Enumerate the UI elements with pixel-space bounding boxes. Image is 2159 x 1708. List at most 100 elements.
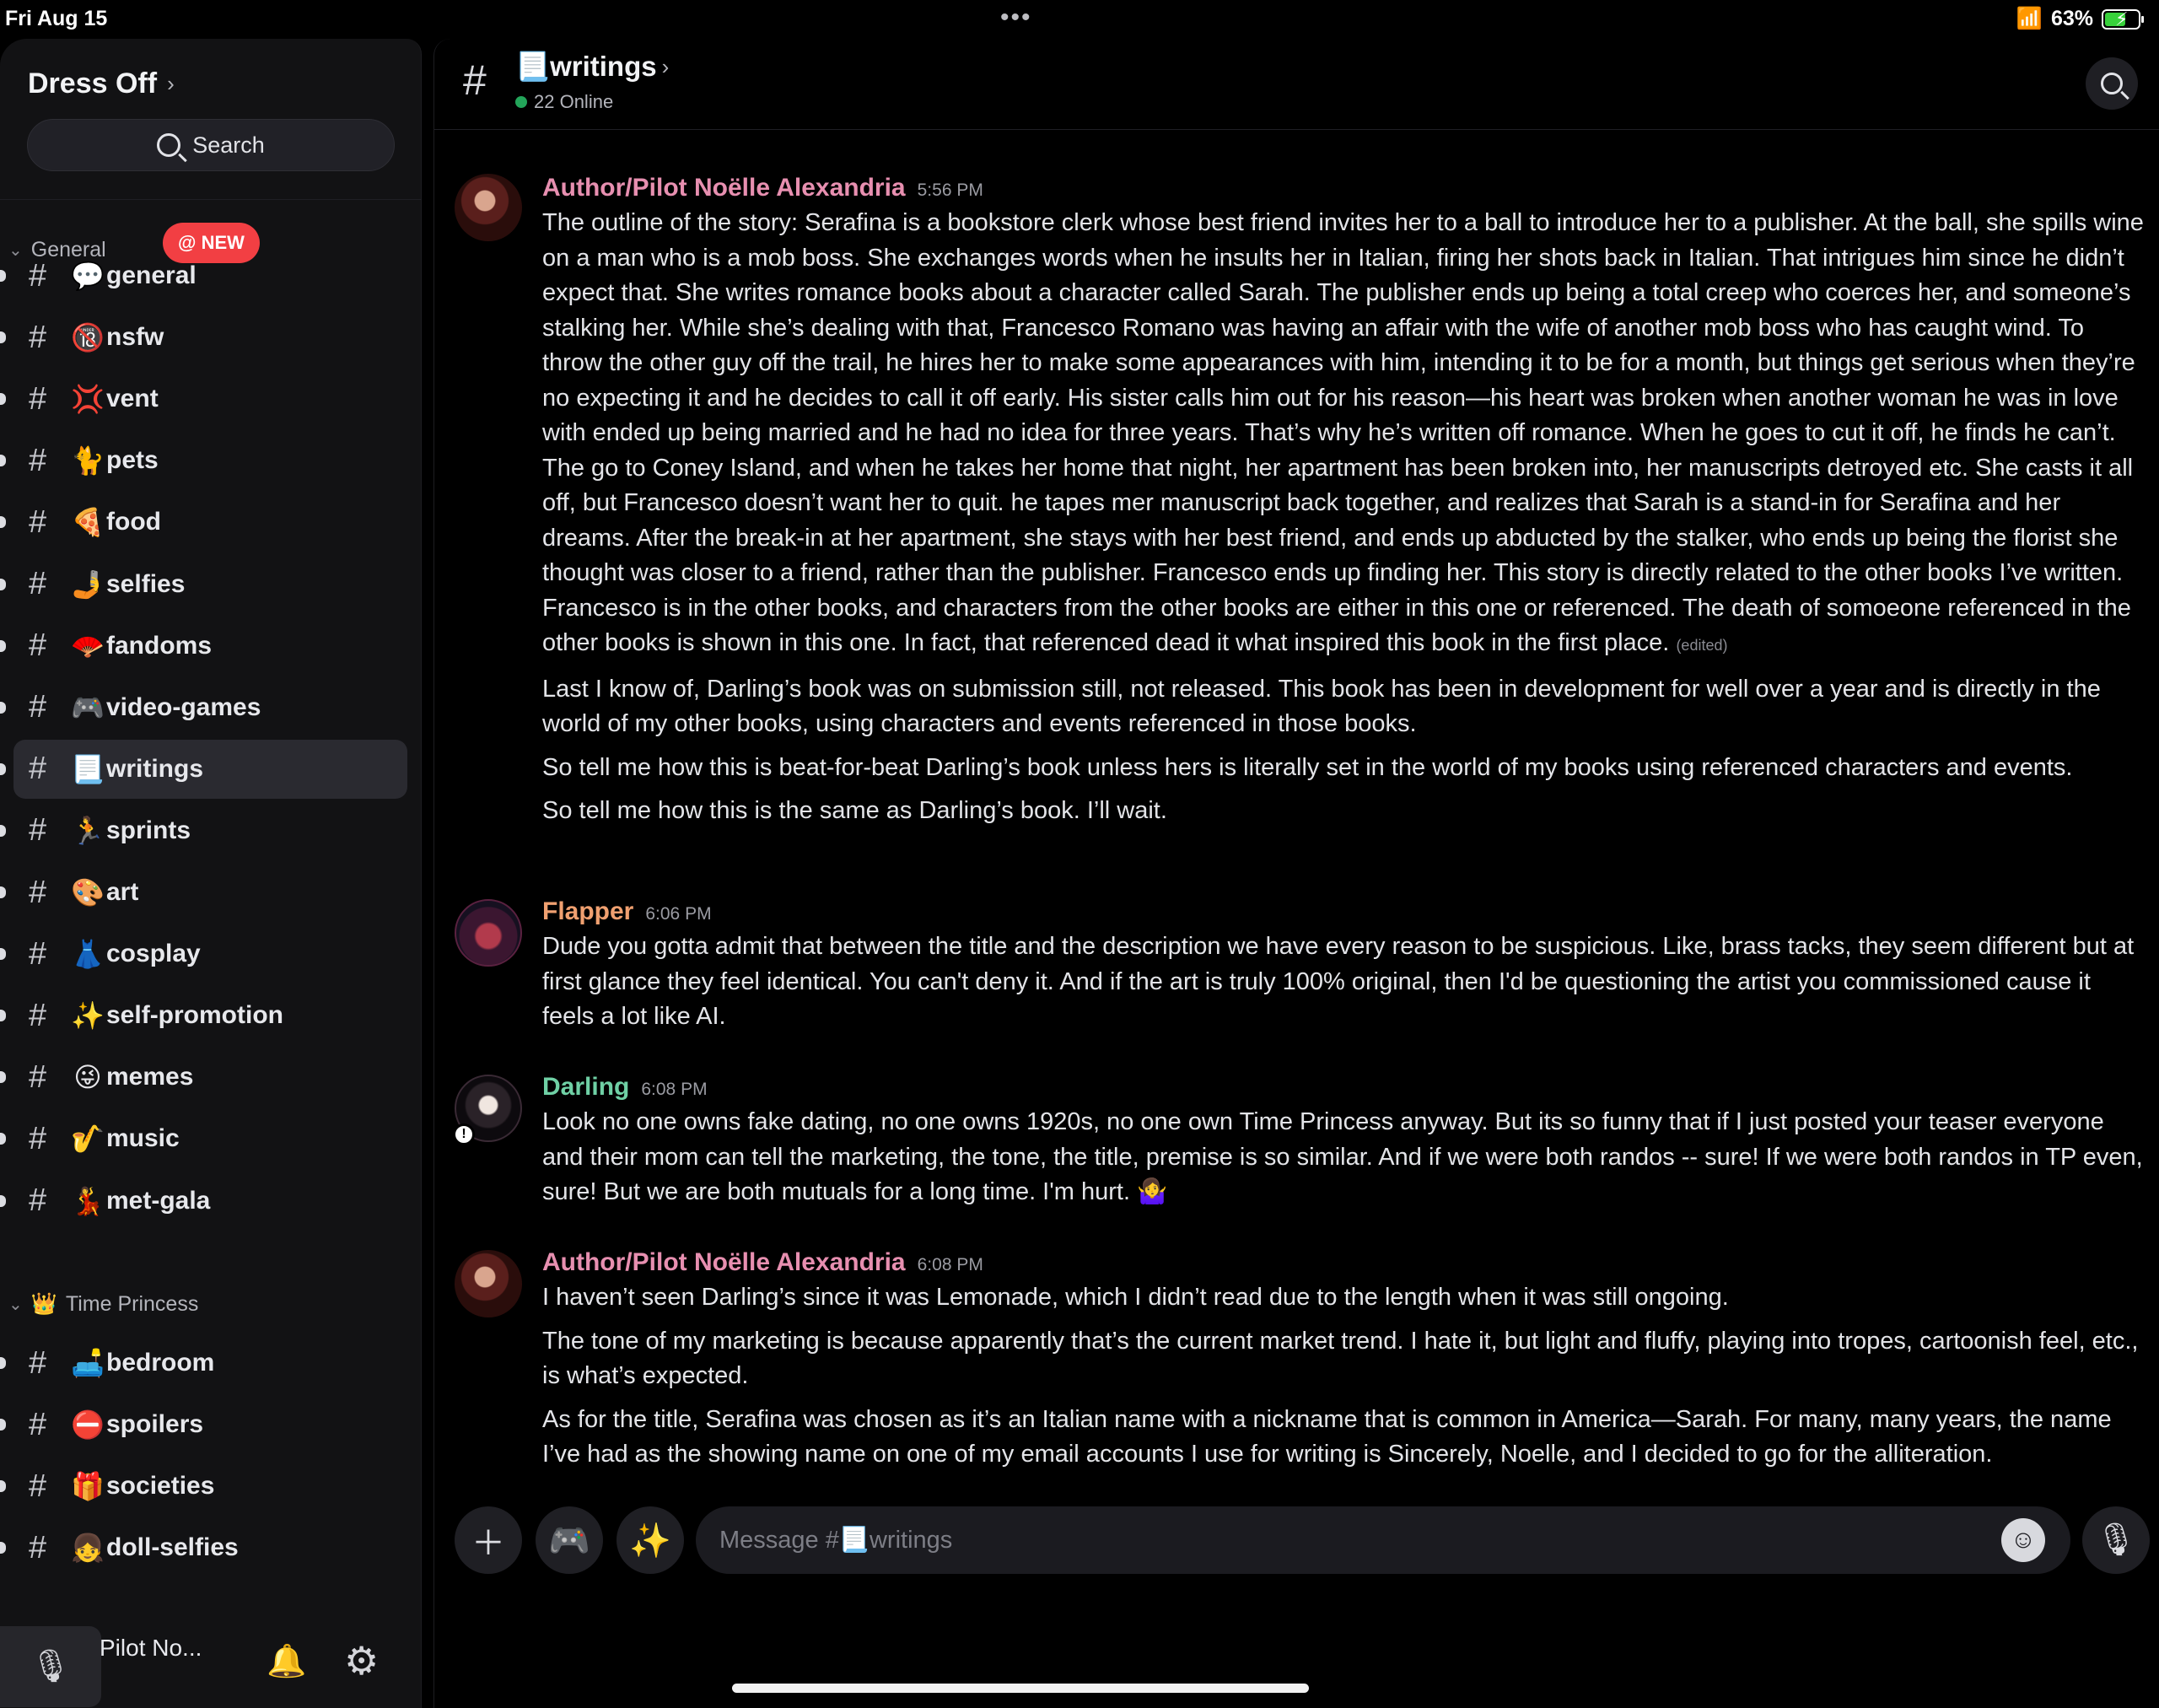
sidebar-item-nsfw[interactable]: # 🔞 nsfw — [0, 308, 407, 367]
channel-emoji-icon: 🏃 — [71, 815, 105, 846]
apps-button[interactable]: ✨ — [616, 1506, 684, 1574]
unread-indicator — [0, 393, 6, 406]
avatar[interactable] — [455, 174, 522, 241]
unread-indicator — [0, 455, 6, 467]
category-time-princess[interactable]: ⌄ 👑 Time Princess — [8, 1292, 198, 1317]
edited-label: (edited) — [1676, 637, 1728, 654]
voice-message-button[interactable]: 🎙 — [2082, 1506, 2150, 1574]
sidebar-item-general[interactable]: # 💬 general — [0, 246, 407, 305]
sidebar-item-selfies[interactable]: # 🤳 selfies — [0, 555, 407, 614]
sidebar-item-self-promotion[interactable]: # ✨ self-promotion — [0, 986, 407, 1045]
sidebar-item-spoilers[interactable]: # ⛔ spoilers — [0, 1395, 407, 1454]
author-name[interactable]: Author/Pilot Noëlle Alexandria — [542, 1248, 906, 1277]
unread-indicator — [0, 886, 6, 898]
sidebar-item-food[interactable]: # 🍕 food — [0, 493, 407, 552]
sidebar-item-cosplay[interactable]: # 👗 cosplay — [0, 924, 407, 983]
unread-indicator — [0, 824, 6, 837]
unread-indicator — [0, 1419, 6, 1431]
channel-name: societies — [106, 1472, 215, 1501]
bell-icon[interactable]: 🔔 — [267, 1643, 306, 1680]
sidebar-item-societies[interactable]: # 🎁 societies — [0, 1457, 407, 1516]
sidebar-item-pets[interactable]: # 🐈 pets — [0, 431, 407, 490]
channel-name: cosplay — [106, 940, 201, 968]
user-name[interactable]: Pilot No... — [100, 1635, 202, 1662]
unread-indicator — [0, 762, 6, 775]
battery-icon: ⚡ — [2102, 8, 2144, 30]
channel-name: writings — [106, 754, 204, 783]
hash-icon: # — [463, 57, 487, 104]
sidebar-item-met-gala[interactable]: # 💃 met-gala — [0, 1172, 407, 1231]
crown-icon: 👑 — [30, 1292, 57, 1316]
add-attachment-button[interactable]: ＋ — [455, 1506, 522, 1574]
sidebar-item-bedroom[interactable]: # 🛋️ bedroom — [0, 1334, 407, 1393]
hash-icon: # — [29, 566, 47, 601]
search-icon — [157, 133, 181, 157]
sidebar-item-vent[interactable]: # 💢 vent — [0, 369, 407, 428]
author-name[interactable]: Darling — [542, 1073, 629, 1102]
search-label: Search — [192, 132, 265, 158]
unread-indicator — [0, 1357, 6, 1369]
sidebar-item-sprints[interactable]: # 🏃 sprints — [0, 801, 407, 860]
sidebar-item-writings[interactable]: # 📃 writings — [0, 739, 407, 799]
sidebar-item-fandoms[interactable]: # 🪭 fandoms — [0, 617, 407, 676]
message-list[interactable]: Author/Pilot Noëlle Alexandria 5:56 PM T… — [434, 132, 2159, 1490]
plus-icon: ＋ — [471, 1525, 505, 1562]
gamepad-icon: 🎮 — [548, 1522, 590, 1560]
sidebar-item-video-games[interactable]: # 🎮 video-games — [0, 678, 407, 737]
unread-indicator — [0, 701, 6, 714]
hash-icon: # — [29, 812, 47, 849]
channel-title-button[interactable]: 📃writings › — [515, 51, 669, 84]
sidebar-item-memes[interactable]: # 😜 memes — [0, 1048, 407, 1107]
unread-indicator — [0, 948, 6, 961]
channel-emoji-icon: 🎷 — [71, 1123, 105, 1155]
wifi-icon: 📶 — [2016, 7, 2043, 30]
message-header: Darling 6:08 PM — [542, 1073, 708, 1102]
author-name[interactable]: Author/Pilot Noëlle Alexandria — [542, 174, 906, 202]
sidebar-item-doll-selfies[interactable]: # 👧 doll-selfies — [0, 1518, 407, 1577]
hash-icon: # — [29, 1529, 47, 1565]
unread-indicator — [0, 1071, 6, 1084]
search-button[interactable]: Search — [27, 119, 395, 171]
gear-icon[interactable]: ⚙ — [344, 1638, 379, 1684]
message-input[interactable]: Message #📃writings — [696, 1506, 2070, 1574]
message-text: So tell me how this is the same as Darli… — [542, 797, 1167, 824]
channel-emoji-icon: 🛋️ — [71, 1348, 105, 1378]
channel-name: pets — [106, 446, 159, 475]
hash-icon: # — [29, 997, 47, 1033]
category-label: Time Princess — [65, 1292, 199, 1316]
timestamp: 5:56 PM — [917, 180, 983, 200]
avatar[interactable] — [455, 1250, 522, 1317]
channel-name: general — [106, 261, 197, 289]
chat-main: # 📃writings › 22 Online Author/Pilot Noë… — [433, 39, 2159, 1708]
channel-name: self-promotion — [106, 1001, 283, 1030]
channel-name: music — [106, 1124, 180, 1153]
message-composer: ＋ 🎮 ✨ Message #📃writings ☺ 🎙 — [434, 1506, 2159, 1582]
message-body: Look no one owns fake dating, no one own… — [542, 1105, 2145, 1219]
channel-name: video-games — [106, 692, 261, 721]
sidebar-item-art[interactable]: # 🎨 art — [0, 863, 407, 922]
channel-emoji-icon: 🤳 — [71, 568, 105, 600]
unread-indicator — [0, 1480, 6, 1493]
home-indicator[interactable] — [732, 1684, 1309, 1693]
hash-icon: # — [29, 1344, 47, 1381]
message-text: I haven’t seen Darling’s since it was Le… — [542, 1284, 1729, 1311]
status-time: Fri Aug 15 — [5, 7, 108, 30]
multitask-dots-icon[interactable]: ••• — [1000, 3, 1032, 32]
channel-emoji-icon: ✨ — [71, 1000, 105, 1032]
message-text: Last I know of, Darling’s book was on su… — [542, 675, 2101, 738]
unread-indicator — [0, 578, 6, 590]
microphone-button[interactable]: 🎙 — [0, 1626, 101, 1707]
message-text: As for the title, Serafina was chosen as… — [542, 1405, 2112, 1468]
channel-search-button[interactable] — [2086, 57, 2138, 110]
status-bar: Fri Aug 15 ••• 📶 63% ⚡ — [0, 0, 2159, 37]
avatar[interactable] — [455, 899, 522, 967]
server-header[interactable]: Dress Off › — [28, 67, 175, 100]
channel-name: art — [106, 878, 139, 906]
emoji-picker-button[interactable]: ☺ — [2001, 1518, 2045, 1562]
unread-indicator — [0, 1133, 6, 1145]
author-name[interactable]: Flapper — [542, 897, 633, 926]
activities-button[interactable]: 🎮 — [536, 1506, 603, 1574]
sidebar-item-music[interactable]: # 🎷 music — [0, 1109, 407, 1168]
online-text: 22 Online — [534, 91, 614, 112]
message-body: I haven’t seen Darling’s since it was Le… — [542, 1280, 2145, 1481]
